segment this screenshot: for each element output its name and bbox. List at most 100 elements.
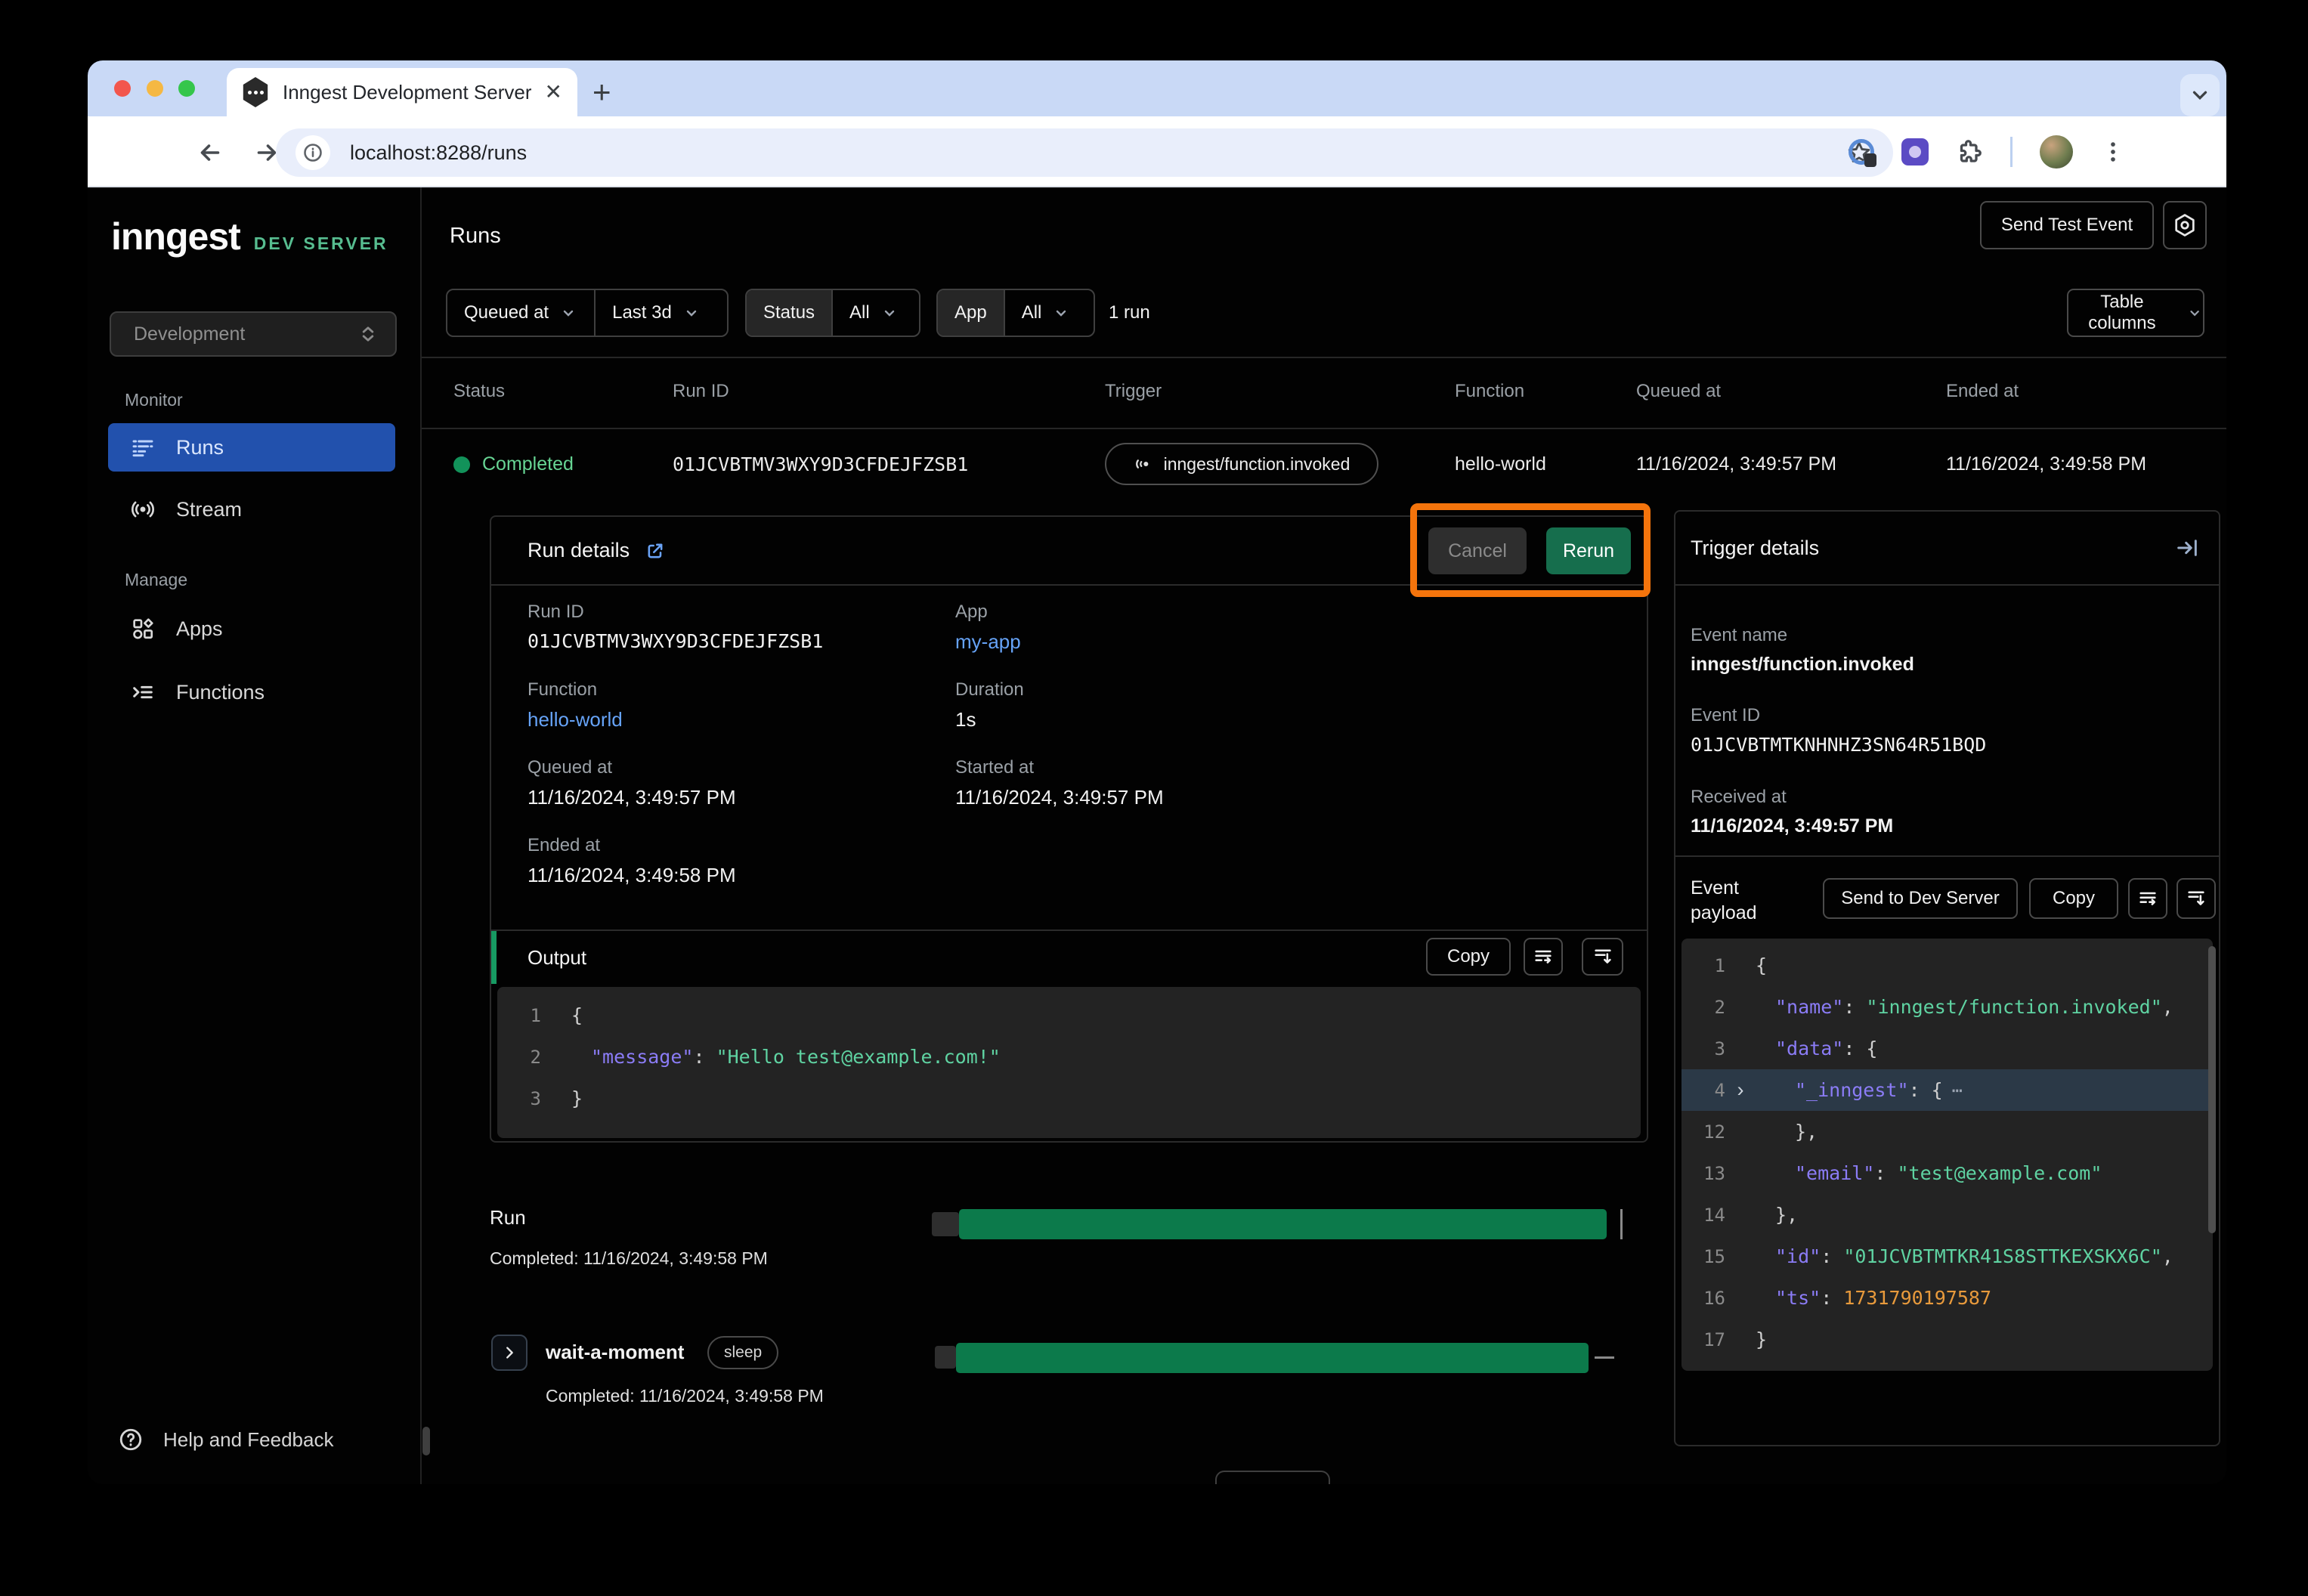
send-test-event-button[interactable]: Send Test Event [1980, 201, 2154, 249]
table-columns-button[interactable]: Table columns [2067, 289, 2204, 337]
code-line: 12}, [1681, 1111, 2213, 1152]
status-dot [453, 456, 470, 473]
line-number: 3 [497, 1088, 541, 1109]
status-filter-value[interactable]: All [831, 290, 915, 336]
timeline-step-name[interactable]: wait-a-moment [546, 1341, 684, 1364]
column-header-queued-at[interactable]: Queued at [1636, 381, 1721, 402]
payload-copy-button[interactable]: Copy [2029, 878, 2118, 919]
toolbar-extensions-area [1849, 116, 2226, 187]
browser-tab[interactable]: Inngest Development Server ✕ [227, 68, 577, 116]
scrollbar-thumb[interactable] [422, 1427, 430, 1455]
expand-json-icon[interactable]: › [1725, 1078, 1756, 1102]
close-window-button[interactable] [114, 80, 131, 97]
code-text: "id": "01JCVBTMTKR41S8STTKEXSKX6C", [1756, 1245, 2173, 1267]
timeline-run-bar[interactable] [959, 1209, 1607, 1239]
main-content: Runs Send Test Event Queued at Last 3d S… [422, 187, 2226, 1484]
wrap-text-icon[interactable] [1524, 938, 1563, 976]
url-text: localhost:8288/runs [350, 141, 527, 165]
scroll-to-bottom-icon[interactable] [2177, 878, 2216, 919]
password-manager-extension-icon[interactable] [1849, 139, 1874, 165]
column-header-status[interactable]: Status [453, 381, 505, 402]
timeline-step-bar[interactable] [956, 1343, 1589, 1373]
minimize-window-button[interactable] [147, 80, 163, 97]
purple-extension-icon[interactable] [1901, 138, 1929, 165]
status-filter-group: Status All [745, 289, 920, 337]
app-link[interactable]: my-app [955, 630, 1164, 654]
code-text: }, [1756, 1204, 1798, 1226]
sidebar-item-stream[interactable]: Stream [108, 485, 395, 534]
trigger-details-title: Trigger details [1691, 537, 2175, 560]
field-run-id: Run ID 01JCVBTMV3WXY9D3CFDEJFZSB1 [527, 602, 955, 654]
app-filter-group: App All [936, 289, 1095, 337]
tab-strip: Inngest Development Server ✕ + [88, 60, 2226, 116]
sidebar-item-runs[interactable]: Runs [108, 423, 395, 472]
status-filter-label: Status [747, 290, 831, 336]
url-bar[interactable]: localhost:8288/runs [276, 128, 1893, 177]
app-filter-value[interactable]: All [1004, 290, 1087, 336]
inngest-app: inngest DEV SERVER Development Monitor R… [88, 187, 2226, 1484]
scrollbar-thumb[interactable] [2208, 946, 2216, 1233]
browser-menu-icon[interactable] [2100, 139, 2126, 165]
help-and-feedback[interactable]: Help and Feedback [118, 1427, 333, 1452]
sidebar: inngest DEV SERVER Development Monitor R… [88, 187, 422, 1484]
output-code-block: 1{2"message": "Hello test@example.com!"3… [497, 987, 1641, 1138]
back-icon[interactable] [196, 139, 224, 166]
code-text: { [1756, 954, 1767, 976]
line-number: 14 [1681, 1205, 1725, 1226]
field-event-id: Event ID 01JCVBTMTKNHNHZ3SN64R51BQD [1691, 705, 1986, 756]
timeline-run-label[interactable]: Run [490, 1206, 526, 1229]
maximize-window-button[interactable] [178, 80, 195, 97]
row-ended-at: 11/16/2024, 3:49:58 PM [1946, 453, 2146, 475]
page-title: Runs [450, 224, 501, 249]
sidebar-item-label: Runs [176, 436, 224, 459]
cutoff-button[interactable] [1215, 1471, 1330, 1484]
environment-select-value: Development [134, 323, 357, 345]
tab-search-chevron-icon[interactable] [2180, 74, 2220, 116]
row-run-id: 01JCVBTMV3WXY9D3CFDEJFZSB1 [673, 453, 968, 475]
chevron-down-icon [682, 304, 701, 322]
run-details-fields: Run ID 01JCVBTMV3WXY9D3CFDEJFZSB1 App my… [527, 602, 1164, 887]
code-line: 14}, [1681, 1194, 2213, 1236]
column-header-trigger[interactable]: Trigger [1105, 381, 1162, 402]
output-title: Output [527, 946, 586, 970]
tab-title: Inngest Development Server [283, 81, 531, 104]
run-count: 1 run [1109, 302, 1150, 323]
trigger-details-panel: Trigger details Event name inngest/funct… [1674, 510, 2220, 1446]
sidebar-section-manage: Manage [125, 570, 187, 590]
collapse-panel-icon[interactable] [2175, 536, 2199, 560]
trigger-badge[interactable]: inngest/function.invoked [1105, 443, 1378, 485]
wrap-text-icon[interactable] [2128, 878, 2167, 919]
timeline-run-completed: Completed: 11/16/2024, 3:49:58 PM [490, 1248, 768, 1269]
send-to-dev-server-button[interactable]: Send to Dev Server [1823, 878, 2018, 919]
close-tab-icon[interactable]: ✕ [545, 82, 562, 103]
collapsed-content-chip[interactable]: ⋯ [1952, 1080, 1964, 1101]
chevron-right-icon [501, 1344, 518, 1361]
time-range-filter[interactable]: Last 3d [594, 290, 717, 336]
code-text: "email": "test@example.com" [1756, 1162, 2102, 1184]
field-ended-at: Ended at 11/16/2024, 3:49:58 PM [527, 835, 955, 887]
gear-icon [2172, 212, 2198, 238]
settings-gear-button[interactable] [2163, 201, 2207, 249]
output-copy-button[interactable]: Copy [1426, 938, 1511, 976]
field-function: Function hello-world [527, 679, 955, 732]
column-header-run-id[interactable]: Run ID [673, 381, 729, 402]
function-link[interactable]: hello-world [527, 708, 955, 732]
extensions-puzzle-icon[interactable] [1956, 138, 1983, 165]
column-header-ended-at[interactable]: Ended at [1946, 381, 2019, 402]
column-header-function[interactable]: Function [1455, 381, 1524, 402]
queued-at-filter[interactable]: Queued at [447, 290, 594, 336]
scroll-to-bottom-icon[interactable] [1582, 938, 1623, 976]
code-line: 1{ [1681, 945, 2213, 986]
sidebar-item-functions[interactable]: Functions [108, 668, 395, 716]
expand-step-button[interactable] [491, 1335, 527, 1371]
new-tab-button[interactable]: + [592, 74, 611, 110]
external-link-icon[interactable] [645, 540, 666, 561]
line-number: 2 [1681, 997, 1725, 1018]
site-info-icon[interactable] [295, 135, 330, 170]
profile-avatar[interactable] [2040, 135, 2073, 169]
code-text: "message": "Hello test@example.com!" [571, 1046, 1001, 1068]
sidebar-section-monitor: Monitor [125, 390, 183, 410]
sidebar-item-apps[interactable]: Apps [108, 605, 395, 653]
environment-select[interactable]: Development [110, 311, 397, 357]
sidebar-item-label: Functions [176, 681, 265, 704]
